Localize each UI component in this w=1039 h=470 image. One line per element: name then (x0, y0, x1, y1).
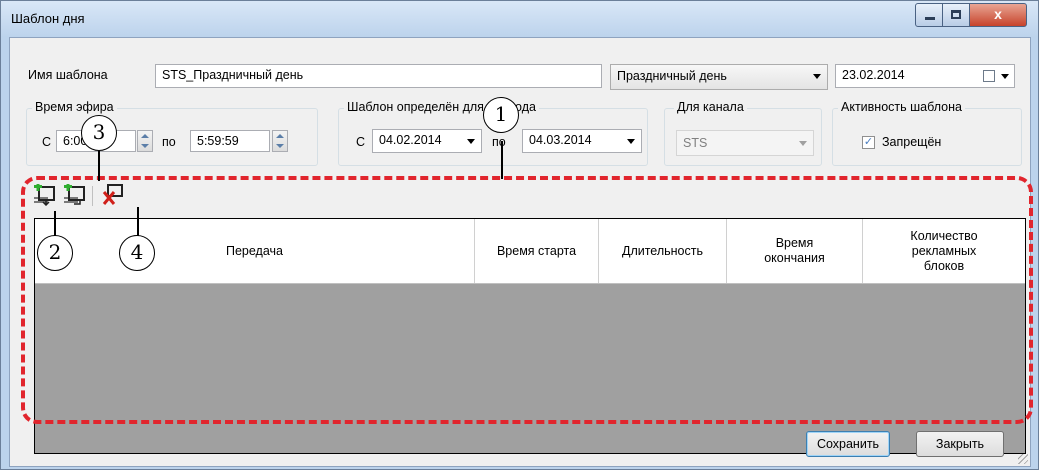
calendar-icon (983, 70, 995, 82)
period-to-label: по (492, 135, 506, 149)
save-button[interactable]: Сохранить (806, 431, 890, 457)
forbidden-checkbox[interactable]: ✓ (862, 136, 875, 149)
channel-value: STS (683, 136, 708, 150)
period-from-label: С (356, 135, 366, 149)
period-from-value: 04.02.2014 (379, 133, 442, 147)
date-value: 23.02.2014 (842, 68, 905, 82)
date-picker[interactable]: 23.02.2014 (835, 64, 1015, 88)
chevron-down-icon (813, 74, 821, 79)
chevron-down-icon (627, 139, 635, 144)
period-to-picker[interactable]: 04.03.2014 (522, 129, 642, 153)
window-title: Шаблон дня (11, 11, 85, 26)
from-time-spinner[interactable] (137, 130, 153, 152)
from-label: С (42, 135, 52, 149)
to-label: по (162, 135, 176, 149)
callout-3: 3 (81, 115, 117, 151)
callout-2-line (54, 211, 56, 237)
title-bar: Шаблон дня x (1, 1, 1038, 37)
cancel-button[interactable]: Закрыть (916, 431, 1004, 457)
minimize-button[interactable] (915, 3, 943, 27)
chevron-down-icon (467, 139, 475, 144)
period-to-value: 04.03.2014 (529, 133, 592, 147)
callout-3-line (98, 151, 100, 181)
callout-4-line (137, 207, 139, 237)
callout-1-line (501, 141, 503, 179)
window: Шаблон дня x Имя шаблона STS_Праздничный… (0, 0, 1039, 470)
callout-2: 2 (37, 235, 73, 271)
period-from-picker[interactable]: 04.02.2014 (372, 129, 482, 153)
chevron-down-icon (799, 141, 807, 146)
channel-group-title: Для канала (674, 100, 747, 114)
activity-group-title: Активность шаблона (838, 100, 965, 114)
airtime-group-title: Время эфира (32, 100, 117, 114)
minimize-icon (925, 17, 935, 20)
forbidden-label: Запрещён (882, 135, 942, 149)
resize-grip[interactable] (1018, 454, 1028, 464)
template-type-dropdown[interactable]: Праздничный день (610, 64, 828, 90)
chevron-down-icon (1001, 74, 1009, 79)
callout-1: 1 (483, 97, 519, 133)
maximize-button[interactable] (942, 3, 970, 27)
close-icon: x (994, 6, 1002, 22)
maximize-icon (951, 10, 961, 19)
highlight-frame (21, 176, 1033, 424)
channel-dropdown[interactable]: STS (676, 130, 814, 156)
to-time-input[interactable]: 5:59:59 (190, 130, 270, 152)
template-name-label: Имя шаблона (28, 68, 108, 82)
close-window-button[interactable]: x (969, 3, 1027, 27)
to-time-spinner[interactable] (272, 130, 288, 152)
template-type-value: Праздничный день (617, 69, 727, 83)
template-name-input[interactable]: STS_Праздничный день (155, 64, 602, 88)
callout-4: 4 (119, 235, 155, 271)
